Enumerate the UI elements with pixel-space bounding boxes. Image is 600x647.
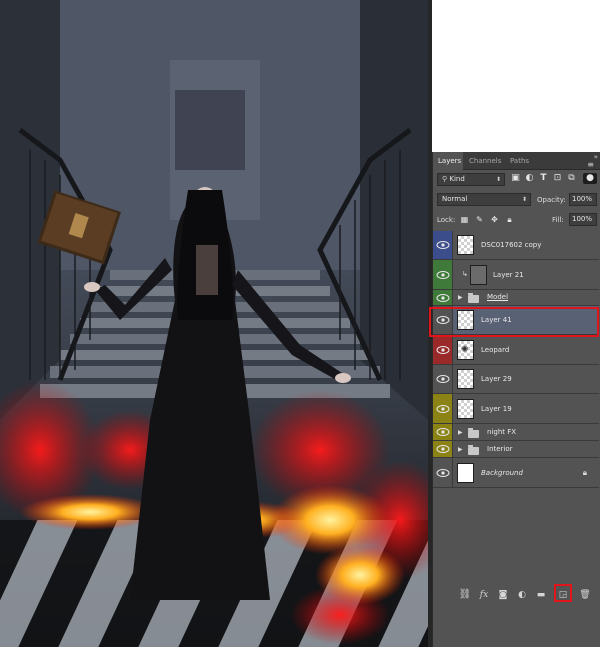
layer-row-dsc017602-copy[interactable]: ↓ DSC017602 copy (433, 231, 599, 260)
layer-name[interactable]: Layer 21 (493, 271, 524, 279)
layer-name[interactable]: Layer 29 (481, 375, 512, 383)
eye-icon[interactable] (436, 404, 450, 414)
layer-row-background[interactable]: Background 🔒︎ (433, 458, 599, 488)
layer-group-night-fx[interactable]: ▶ night FX (433, 424, 599, 441)
filter-kind-select[interactable]: ⚲ Kind ⬍ (437, 173, 505, 186)
layer-thumbnail (457, 399, 474, 419)
chevron-down-icon: ⬍ (521, 196, 527, 203)
blend-row: Normal ⬍ Opacity: 100% (433, 192, 600, 208)
eye-icon[interactable] (436, 240, 450, 250)
lock-all-icon[interactable]: 🔒︎ (504, 214, 515, 225)
chevron-down-icon: ⬍ (495, 176, 501, 183)
folder-icon[interactable]: ▬ (534, 588, 548, 602)
blend-mode-select[interactable]: Normal ⬍ (437, 193, 531, 206)
layer-row-layer-19[interactable]: Layer 19 (433, 394, 599, 424)
filter-row: ⚲ Kind ⬍ ▣ ◐ T ⊡ ⧉ ● (433, 172, 600, 188)
blend-mode-value: Normal (442, 195, 468, 203)
filter-kind-label: Kind (449, 175, 465, 183)
fill-value: 100% (572, 215, 593, 223)
layer-thumbnail (470, 265, 487, 285)
layer-name[interactable]: DSC017602 copy (481, 241, 541, 249)
eye-icon[interactable] (436, 345, 450, 355)
layer-color-swatch (433, 365, 453, 393)
layer-name[interactable]: Background (481, 469, 523, 477)
smart-object-filter-icon[interactable]: ⧉ (566, 173, 577, 184)
opacity-value: 100% (572, 195, 593, 203)
layer-name[interactable]: Layer 19 (481, 405, 512, 413)
layer-name[interactable]: Leopard (481, 346, 509, 354)
eye-icon[interactable] (436, 444, 450, 454)
layers-list: ↓ DSC017602 copy ↳ Layer 21 ▶ Model (433, 231, 600, 579)
layer-color-swatch (433, 394, 453, 423)
eye-icon[interactable] (436, 293, 450, 303)
layer-color-swatch (433, 260, 453, 289)
layer-name[interactable]: Model (487, 293, 508, 301)
tab-paths[interactable]: Paths (510, 157, 529, 165)
expand-arrow-icon[interactable]: ▶ (458, 294, 463, 301)
opacity-input[interactable]: 100% (569, 193, 597, 206)
artwork-image (0, 0, 428, 647)
lock-label: Lock: (437, 216, 456, 224)
layer-color-swatch (433, 458, 453, 487)
folder-icon (468, 428, 479, 438)
eye-icon[interactable] (436, 468, 450, 478)
layer-row-layer-21[interactable]: ↳ Layer 21 (433, 260, 599, 290)
layer-thumbnail (457, 235, 474, 255)
panel-footer: ⛓ fx ◙ ◐ ▬ ◲ 🗑︎ (433, 579, 600, 647)
eye-icon[interactable] (436, 270, 450, 280)
search-icon: ⚲ (442, 175, 448, 183)
lock-image-icon[interactable]: ✎ (474, 214, 485, 225)
layer-thumbnail: ✺ (457, 340, 474, 360)
opacity-label: Opacity: (537, 196, 566, 204)
panel-tab-bar: Layers Channels Paths » ≡ (433, 152, 600, 170)
lock-row: Lock: ▦ ✎ ✥ 🔒︎ Fill: 100% (433, 212, 600, 228)
new-layer-button-highlight (554, 584, 572, 602)
close-icon[interactable]: » (594, 153, 598, 161)
layer-color-swatch (433, 290, 453, 305)
selected-layer-highlight (429, 307, 599, 337)
type-filter-icon[interactable]: T (538, 173, 549, 184)
trash-icon[interactable]: 🗑︎ (578, 588, 592, 602)
adjustment-filter-icon[interactable]: ◐ (524, 173, 535, 184)
link-icon[interactable]: ⛓ (458, 588, 472, 602)
layer-color-swatch (433, 441, 453, 457)
lock-icon: 🔒︎ (582, 467, 587, 477)
eye-icon[interactable] (436, 427, 450, 437)
lock-transparent-icon[interactable]: ▦ (459, 214, 470, 225)
layers-panel: Layers Channels Paths » ≡ ⚲ Kind ⬍ ▣ ◐ T… (432, 152, 600, 647)
tab-layers[interactable]: Layers (438, 157, 461, 165)
layer-color-swatch (433, 424, 453, 440)
document-canvas[interactable] (0, 0, 428, 647)
fill-label: Fill: (552, 216, 564, 224)
eye-icon[interactable] (436, 374, 450, 384)
filter-toggle-icon[interactable]: ● (583, 173, 597, 184)
shape-filter-icon[interactable]: ⊡ (552, 173, 563, 184)
layer-group-interior[interactable]: ▶ Interior (433, 441, 599, 458)
layer-thumbnail (457, 463, 474, 483)
layer-name[interactable]: Interior (487, 445, 513, 453)
tab-channels[interactable]: Channels (469, 157, 501, 165)
mask-icon[interactable]: ◙ (496, 588, 510, 602)
image-filter-icon[interactable]: ▣ (510, 173, 521, 184)
fx-icon[interactable]: fx (477, 588, 491, 602)
folder-icon (468, 445, 479, 455)
layer-row-leopard[interactable]: ✺ Leopard (433, 335, 599, 365)
lock-position-icon[interactable]: ✥ (489, 214, 500, 225)
expand-arrow-icon[interactable]: ▶ (458, 429, 463, 436)
adjustment-icon[interactable]: ◐ (515, 588, 529, 602)
clip-arrow-icon: ↳ (462, 270, 468, 278)
expand-arrow-icon[interactable]: ▶ (458, 446, 463, 453)
layer-thumbnail (457, 369, 474, 389)
panel-menu-icon[interactable]: ≡ (587, 160, 594, 169)
layer-name[interactable]: night FX (487, 428, 516, 436)
folder-icon (468, 293, 479, 303)
layer-group-model[interactable]: ▶ Model (433, 290, 599, 306)
layer-color-swatch (433, 335, 453, 364)
fill-input[interactable]: 100% (569, 213, 597, 226)
layer-row-layer-29[interactable]: Layer 29 (433, 365, 599, 394)
layer-color-swatch (433, 231, 453, 259)
